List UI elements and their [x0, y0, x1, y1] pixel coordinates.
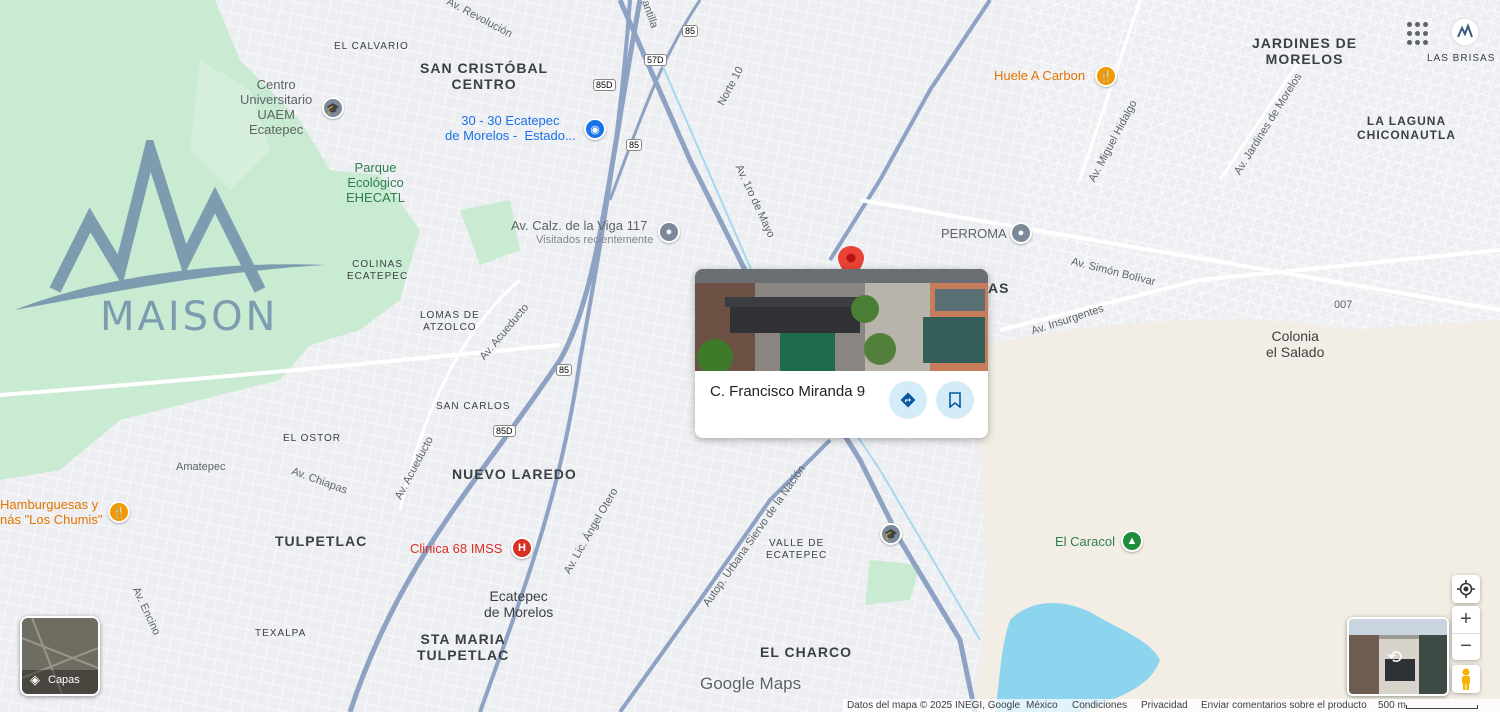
route-shield: 85D: [593, 79, 616, 92]
place-icon[interactable]: ●: [1010, 222, 1032, 244]
place-label: TEXALPA: [255, 628, 307, 639]
feedback-link[interactable]: Enviar comentarios sobre el producto: [1201, 700, 1367, 711]
apps-grid-icon[interactable]: [1405, 20, 1433, 48]
place-label: EL CHARCO: [760, 644, 852, 660]
poi-sublabel: Visitados recientemente: [536, 234, 654, 246]
restaurant-icon[interactable]: 🍴: [1095, 65, 1117, 87]
school-icon[interactable]: 🎓: [322, 97, 344, 119]
street-photo[interactable]: [695, 269, 988, 371]
place-label: EL CALVARIO: [334, 41, 409, 52]
place-label: Colonia el Salado: [1266, 328, 1325, 361]
route-shield: 85: [626, 139, 643, 152]
scale-label[interactable]: 500 m: [1378, 700, 1406, 711]
zoom-control: + −: [1452, 606, 1480, 660]
svg-text:MAISON: MAISON: [100, 294, 278, 340]
school-icon[interactable]: 🎓: [880, 523, 902, 545]
place-label: Amatepec: [176, 461, 226, 473]
pegman-icon: [1462, 668, 1470, 690]
place-label: NUEVO LAREDO: [452, 466, 577, 482]
route-shield: 85: [556, 364, 573, 377]
place-label: LAS BRISAS: [1427, 53, 1496, 64]
place-label: COLINAS ECATEPEC: [347, 259, 409, 282]
poi-label[interactable]: Huele A Carbon: [994, 68, 1085, 84]
bookmark-icon: [949, 392, 961, 408]
zoom-out-button[interactable]: −: [1452, 634, 1480, 660]
poi-label[interactable]: Av. Calz. de la Viga 117: [511, 218, 647, 234]
place-label: LOMAS DE ATZOLCO: [420, 310, 480, 333]
directions-icon: [900, 392, 916, 408]
poi-label[interactable]: 30 - 30 Ecatepec de Morelos - Estado...: [445, 113, 576, 144]
poi-label[interactable]: PERROMA: [941, 226, 1007, 242]
restaurant-icon[interactable]: 🍴: [108, 501, 130, 523]
rotate-360-icon: ⟲: [1387, 647, 1403, 667]
place-label: EL OSTOR: [283, 433, 342, 444]
layers-label: Capas: [48, 674, 80, 686]
poi-label[interactable]: Parque Ecológico EHECATL: [346, 160, 405, 206]
place-label: 007: [1334, 299, 1353, 311]
route-shield: 85D: [493, 425, 516, 438]
privacy-link[interactable]: Privacidad: [1141, 700, 1188, 711]
place-label: VALLE DE ECATEPEC: [766, 538, 828, 561]
map-data-attribution: Datos del mapa © 2025 INEGI, Google: [847, 700, 1021, 711]
scale-bar: [1406, 705, 1478, 709]
route-shield: 85: [682, 25, 699, 38]
google-maps-logo: Google Maps: [700, 674, 802, 693]
poi-label[interactable]: Centro Universitario UAEM Ecatepec: [240, 77, 312, 138]
place-label: STA MARIA TULPETLAC: [417, 631, 510, 664]
hospital-icon[interactable]: H: [511, 537, 533, 559]
my-location-button[interactable]: [1452, 575, 1480, 603]
place-title: C. Francisco Miranda 9: [710, 383, 866, 400]
pegman-button[interactable]: [1452, 665, 1480, 693]
place-label: JARDINES DE MORELOS: [1252, 35, 1358, 68]
place-label: TULPETLAC: [275, 533, 368, 549]
place-label: SAN CARLOS: [436, 401, 511, 412]
directions-button[interactable]: [889, 381, 927, 419]
save-button[interactable]: [936, 381, 974, 419]
country-link[interactable]: México: [1026, 700, 1058, 711]
place-label: LA LAGUNA CHICONAUTLA: [1357, 114, 1456, 142]
layers-icon: ◈: [30, 672, 40, 687]
poi-label[interactable]: Clinica 68 IMSS: [410, 541, 502, 557]
layers-button[interactable]: ◈ Capas: [20, 616, 100, 696]
park-icon[interactable]: ▲: [1121, 530, 1143, 552]
zoom-in-button[interactable]: +: [1452, 607, 1480, 634]
maison-logo: MAISON: [15, 140, 325, 340]
place-label: SAN CRISTÓBAL CENTRO: [420, 60, 549, 93]
map-footer: Datos del mapa © 2025 INEGI, Google Méxi…: [843, 699, 1500, 712]
stadium-icon[interactable]: ◉: [584, 118, 606, 140]
route-shield: 57D: [644, 54, 667, 67]
crosshair-icon: [1457, 580, 1475, 598]
place-icon[interactable]: ●: [658, 221, 680, 243]
place-label: AS: [988, 280, 1010, 296]
terms-link[interactable]: Condiciones: [1072, 700, 1127, 711]
place-card[interactable]: C. Francisco Miranda 9: [695, 269, 988, 438]
poi-label[interactable]: Hamburguesas y nás "Los Chumis": [0, 497, 102, 528]
street-view-thumbnail[interactable]: ⟲: [1347, 617, 1449, 696]
poi-label[interactable]: El Caracol: [1055, 534, 1115, 550]
place-label: Ecatepec de Morelos: [484, 588, 554, 621]
account-avatar-icon[interactable]: [1450, 17, 1480, 47]
